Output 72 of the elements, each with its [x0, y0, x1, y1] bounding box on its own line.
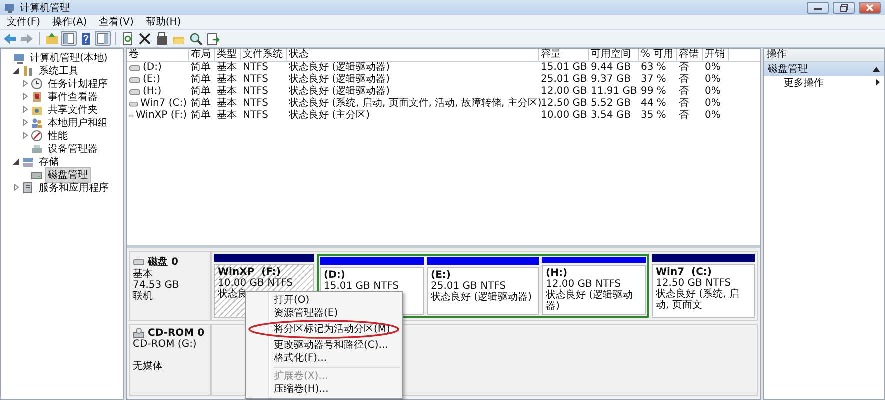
table-cell: 63 % — [641, 62, 666, 74]
table-cell: 否 — [679, 74, 689, 86]
table-cell: 0% — [705, 110, 721, 122]
table-cell-text: 基本 — [217, 98, 237, 110]
table-cell: 0% — [705, 98, 721, 110]
table-cell-text: 基本 — [217, 62, 237, 74]
table-cell-text: 简单 — [191, 98, 211, 110]
disk-name: 磁盘 0 — [148, 256, 178, 268]
table-cell: 10.00 GB — [541, 110, 588, 122]
table-cell: WinXP (F:) — [136, 110, 187, 122]
partition-status: 状态良好 (逻辑驱动器) — [431, 292, 532, 303]
table-cell: (H:) — [143, 86, 162, 98]
table-cell-text: 基本 — [217, 86, 237, 98]
table-cell-text: 简单 — [191, 62, 211, 74]
table-cell: Win7 (C:) — [140, 98, 187, 110]
table-cell-text: 状态良好 (逻辑驱动器) — [289, 74, 390, 86]
table-cell: (E:) — [143, 74, 160, 86]
disk-name: CD-ROM 0 — [148, 328, 205, 339]
table-cell-text: 简单 — [191, 74, 211, 86]
table-cell: NTFS — [243, 74, 269, 86]
partition-size: 15.01 GB NTFS — [324, 281, 400, 292]
table-cell: NTFS — [243, 62, 269, 74]
table-cell: 否 — [679, 98, 689, 110]
partition-name: (H:) — [546, 268, 568, 279]
table-cell: 3.54 GB — [591, 110, 632, 122]
table-cell: 0% — [705, 74, 721, 86]
table-cell: 否 — [679, 62, 689, 74]
partition-name: (E:) — [431, 270, 451, 281]
table-cell: NTFS — [243, 86, 269, 98]
table-cell: 9.44 GB — [591, 62, 632, 74]
table-cell: NTFS — [243, 110, 269, 122]
partition-name: Win7 (C:) — [656, 267, 712, 278]
table-cell: 5.52 GB — [591, 98, 632, 110]
table-cell: (D:) — [143, 62, 162, 74]
table-cell: 12.50 GB — [541, 98, 588, 110]
table-cell: 否 — [679, 110, 689, 122]
disk-info: CD-ROM (G:) — [133, 339, 198, 350]
table-cell: 基本 — [217, 110, 237, 122]
table-cell: 11.91 GB — [591, 86, 638, 98]
partition-status: 状态良好 (逻辑驱动器) — [546, 290, 634, 312]
table-cell: 0% — [705, 86, 721, 98]
table-cell-text: 简单 — [191, 86, 211, 98]
table-cell-text: 状态良好 (逻辑驱动器) — [289, 86, 390, 98]
partition-name: WinXP (F:) — [218, 267, 282, 278]
disk-info: 74.53 GB — [133, 280, 180, 291]
table-cell-text: 状态良好 (系统, 启动, 页面文件, 活动, 故障转储, 主分区) — [289, 98, 542, 110]
partition-size: 10.00 GB NTFS — [218, 278, 294, 289]
table-cell: 44 % — [641, 98, 666, 110]
partition-status: 状态良好 (系统, 启动, 页面文 — [656, 289, 740, 311]
table-cell: 15.01 GB — [541, 62, 588, 74]
table-cell: 35 % — [641, 110, 666, 122]
window-title: 计算机管理 — [20, 2, 71, 14]
table-cell: 状态良好 (主分区) — [289, 110, 370, 122]
table-cell-text: 状态良好 (逻辑驱动器) — [289, 62, 390, 74]
disk-info: 基本 — [133, 269, 154, 280]
table-cell: 否 — [679, 86, 689, 98]
table-cell: NTFS — [243, 98, 269, 110]
table-cell: 简单 — [191, 110, 211, 122]
partition-size: 12.50 GB NTFS — [656, 278, 732, 289]
table-cell: 99 % — [641, 86, 666, 98]
disk-info: 联机 — [133, 291, 154, 302]
partition-size: 12.00 GB NTFS — [546, 279, 622, 290]
table-cell: 9.37 GB — [591, 74, 632, 86]
partition-size: 25.01 GB NTFS — [431, 281, 506, 292]
table-cell-text: 基本 — [217, 74, 237, 86]
actions-header: 操作 — [764, 49, 884, 62]
disk-info: 无媒体 — [133, 361, 164, 372]
table-cell: 0% — [705, 62, 721, 74]
table-cell: 12.00 GB — [541, 86, 588, 98]
partition-name: (D:) — [324, 270, 346, 281]
table-cell: 25.01 GB — [541, 74, 588, 86]
table-cell: 37 % — [641, 74, 666, 86]
